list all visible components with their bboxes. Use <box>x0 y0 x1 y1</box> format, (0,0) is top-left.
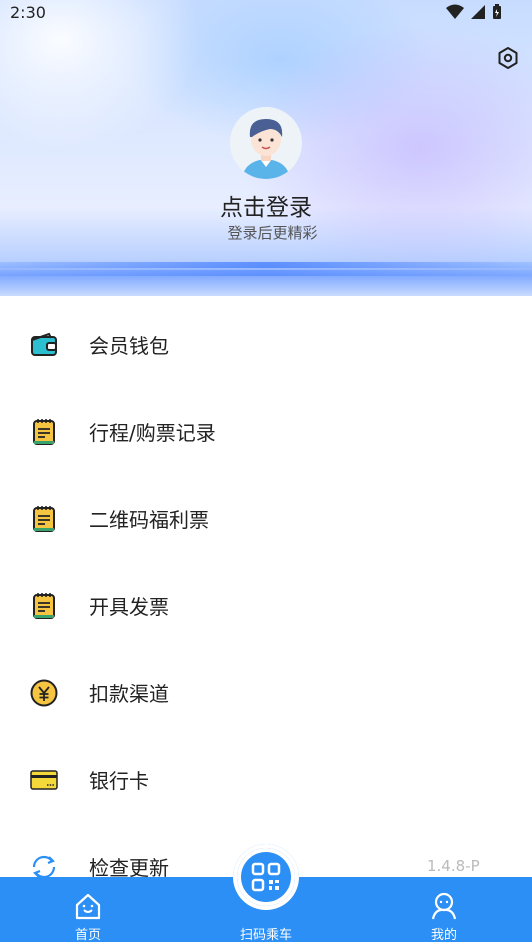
tab-mine-label: 我的 <box>430 928 457 943</box>
signal-icon <box>471 5 485 19</box>
scan-button-ring <box>237 848 295 906</box>
menu-item-invoice[interactable]: 开具发票 <box>0 591 532 678</box>
wallet-icon <box>31 332 57 356</box>
notepad-icon <box>33 506 55 532</box>
menu-item-wallet[interactable]: 会员钱包 <box>0 330 532 417</box>
qr-code-icon <box>251 862 281 892</box>
menu-item-label: 银行卡 <box>89 769 149 793</box>
menu-item-label: 会员钱包 <box>89 334 169 358</box>
menu-item-qr-tickets[interactable]: 二维码福利票 <box>0 504 532 591</box>
profile-header: 2:30 点击登录 登录后更精彩 <box>0 0 532 296</box>
menu-item-bank-card[interactable]: 银行卡 <box>0 765 532 852</box>
menu-item-payment-channel[interactable]: 扣款渠道 <box>0 678 532 765</box>
wifi-icon <box>446 4 464 19</box>
notepad-icon <box>33 419 55 445</box>
header-decoration <box>0 270 532 276</box>
avatar-illustration <box>230 107 302 179</box>
menu-item-label: 开具发票 <box>89 595 169 619</box>
settings-icon[interactable] <box>496 46 520 70</box>
tab-scan-label: 扫码乘车 <box>239 928 292 943</box>
status-bar: 2:30 <box>0 0 532 26</box>
status-time: 2:30 <box>10 3 46 22</box>
login-subtitle: 登录后更精彩 <box>227 224 318 242</box>
version-label: 1.4.8-P <box>427 857 480 875</box>
menu-item-trip-records[interactable]: 行程/购票记录 <box>0 417 532 504</box>
header-decoration <box>0 262 532 268</box>
yuan-coin-icon <box>30 679 58 707</box>
tab-home-label: 首页 <box>74 928 101 943</box>
profile-icon <box>431 892 457 920</box>
scan-button-core <box>241 852 291 902</box>
tab-mine[interactable]: 我的 <box>384 877 504 943</box>
bank-card-icon <box>30 770 58 790</box>
avatar[interactable] <box>230 107 302 179</box>
battery-icon <box>493 4 501 19</box>
menu-item-label: 扣款渠道 <box>89 682 169 706</box>
tab-home[interactable]: 首页 <box>28 877 148 943</box>
menu-item-label: 行程/购票记录 <box>89 421 216 445</box>
login-title[interactable]: 点击登录 <box>0 188 532 222</box>
notepad-icon <box>33 593 55 619</box>
scan-button[interactable] <box>233 844 299 910</box>
status-icons <box>446 4 502 20</box>
menu-item-label: 二维码福利票 <box>89 508 209 532</box>
home-icon <box>75 893 101 920</box>
